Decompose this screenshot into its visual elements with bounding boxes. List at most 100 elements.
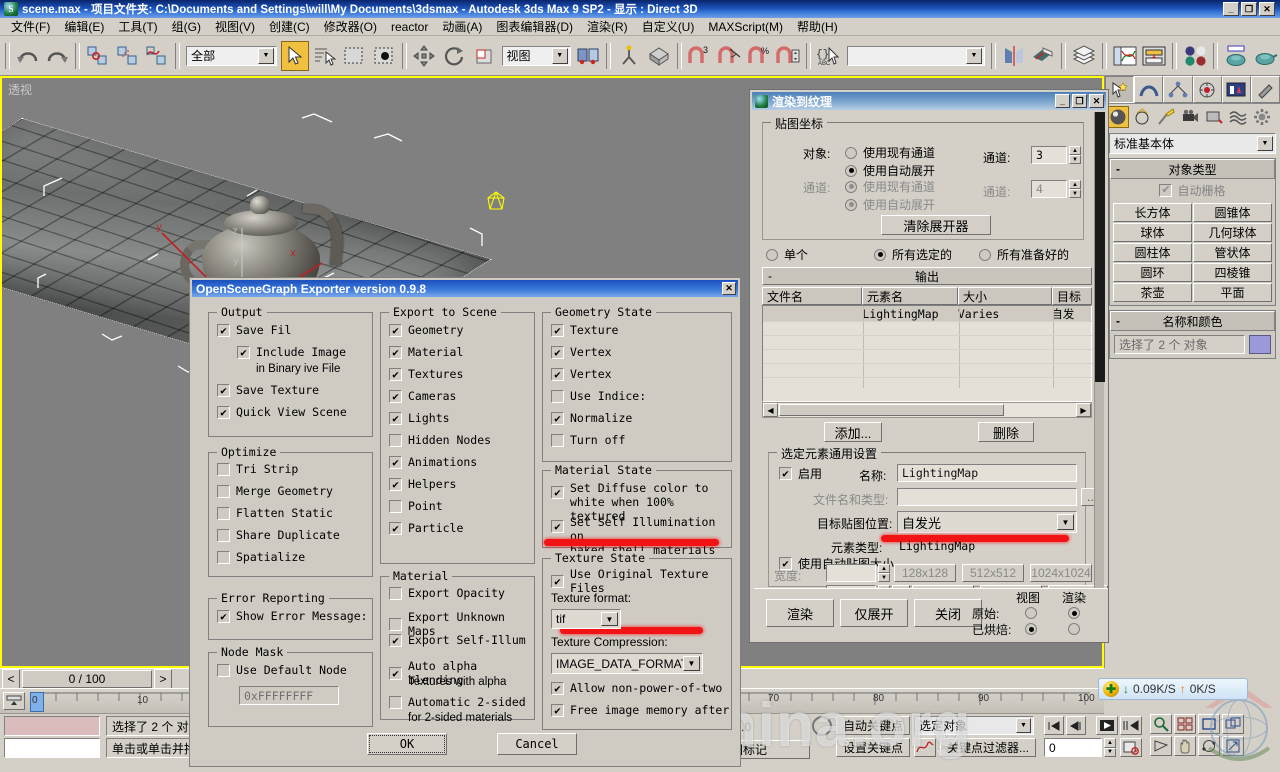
scope-all-prepared-radio[interactable] (979, 248, 991, 261)
export-particle-checkbox[interactable]: ✔ (389, 521, 402, 535)
geometry-turn-off-checkbox[interactable]: ✔ (551, 433, 564, 447)
export-unknown-maps-checkbox[interactable]: ✔ (389, 617, 402, 631)
texture-compression-combo[interactable]: IMAGE_DATA_FORMAT ▼ (551, 653, 703, 674)
time-configuration-icon[interactable] (1120, 738, 1142, 757)
original-render-radio[interactable] (1068, 607, 1080, 619)
modify-tab[interactable] (1134, 76, 1164, 103)
spinner-snap-toggle-icon[interactable] (774, 41, 802, 71)
scroll-right-icon[interactable]: ▶ (1076, 403, 1091, 417)
reference-coordinate-system-combo[interactable]: 视图 ▼ (501, 45, 571, 66)
export-textures-checkbox[interactable]: ✔ (389, 367, 402, 381)
field-of-view-icon[interactable] (1150, 736, 1172, 756)
menu-customize[interactable]: 自定义(U) (635, 16, 702, 37)
material-editor-icon[interactable] (1181, 41, 1209, 71)
pan-hand-icon[interactable] (1174, 736, 1196, 756)
element-name-field[interactable]: LightingMap (897, 464, 1077, 482)
menu-graph-editors[interactable]: 图表编辑器(D) (489, 16, 580, 37)
chevron-down-icon[interactable]: ▼ (1016, 718, 1031, 733)
save-file-checkbox[interactable]: ✔ (217, 323, 230, 337)
render-to-texture-dialog[interactable]: 渲染到纹理 _ ❐ ✕ 贴图坐标 对象: 使用现有通道 使用自动展开 通道: 3… (749, 89, 1109, 643)
utilities-tab[interactable] (1250, 76, 1280, 103)
current-frame-field[interactable]: 0 (1044, 738, 1102, 757)
export-material-checkbox[interactable]: ✔ (389, 345, 402, 359)
delete-element-button[interactable]: 删除 (978, 422, 1034, 442)
scope-all-selected-option[interactable]: 所有选定的 (874, 246, 952, 263)
allow-non-power-of-two-checkbox[interactable]: ✔ (551, 681, 564, 695)
geometry-normalize-checkbox[interactable]: ✔ (551, 411, 564, 425)
named-selection-set-combo[interactable]: ▼ (846, 45, 986, 66)
zoom-all-icon[interactable] (1174, 714, 1196, 734)
prev-frame-button[interactable]: < (2, 669, 20, 689)
show-error-message-checkbox[interactable]: ✔ (217, 609, 230, 623)
zoom-icon[interactable] (1150, 714, 1172, 734)
geometry-texture-checkbox[interactable]: ✔ (551, 323, 564, 337)
scope-all-selected-radio[interactable] (874, 248, 886, 261)
texture-format-combo[interactable]: tif ▼ (551, 609, 621, 629)
scroll-thumb[interactable] (779, 404, 1004, 416)
select-and-rotate-icon[interactable] (440, 41, 468, 71)
object-use-automatic-unwrap-radio[interactable] (845, 164, 857, 177)
geometry-vertex-colors-checkbox[interactable]: ✔ (551, 345, 564, 359)
key-curve-icon[interactable] (914, 738, 936, 757)
rtt-vertical-scrollbar[interactable] (1094, 112, 1105, 588)
cancel-button[interactable]: Cancel (497, 733, 577, 755)
create-tube-button[interactable]: 管状体 (1193, 243, 1272, 262)
helpers-icon[interactable] (1203, 106, 1225, 128)
add-element-button[interactable]: 添加... (824, 422, 882, 442)
collapse-icon[interactable]: - (1116, 162, 1120, 176)
autogrid-checkbox[interactable]: ✔ (1159, 184, 1173, 197)
chevron-down-icon[interactable]: ▼ (683, 656, 700, 671)
object-channel-field[interactable]: 3 (1031, 146, 1067, 164)
create-teapot-button[interactable]: 茶壶 (1113, 283, 1192, 302)
select-and-manipulate-icon[interactable] (615, 41, 643, 71)
use-pivot-point-center-icon[interactable] (575, 41, 603, 71)
window-crossing-toggle-icon[interactable] (370, 41, 398, 71)
table-row[interactable]: LightingMap Varies 自发 (763, 306, 1091, 321)
play-animation-icon[interactable] (1096, 716, 1118, 735)
create-pyramid-button[interactable]: 四棱锥 (1193, 263, 1272, 282)
menu-animation[interactable]: 动画(A) (435, 16, 489, 37)
menu-rendering[interactable]: 渲染(R) (580, 16, 635, 37)
next-frame-icon[interactable] (1120, 716, 1142, 735)
lights-icon[interactable] (1155, 106, 1177, 128)
align-icon[interactable] (1030, 41, 1058, 71)
menu-tools[interactable]: 工具(T) (111, 16, 164, 37)
select-and-scale-icon[interactable] (470, 41, 498, 71)
object-type-header[interactable]: - 对象类型 (1110, 159, 1275, 179)
chevron-down-icon[interactable]: ▼ (551, 47, 568, 64)
menu-file[interactable]: 文件(F) (4, 16, 57, 37)
object-use-existing-channel-radio[interactable] (845, 146, 857, 159)
output-table-body[interactable]: LightingMap Varies 自发 (762, 305, 1093, 402)
name-and-color-header[interactable]: - 名称和颜色 (1110, 311, 1275, 331)
snap-toggle-icon[interactable]: 3 (686, 41, 714, 71)
next-frame-button[interactable]: > (154, 669, 172, 689)
save-texture-checkbox[interactable]: ✔ (217, 383, 230, 397)
chevron-down-icon[interactable]: ▼ (1257, 136, 1273, 151)
selected-object-combo[interactable]: 选定对象 ▼ (914, 716, 1034, 735)
enable-element-checkbox[interactable]: ✔ (779, 467, 792, 480)
auto-key-button[interactable]: 自动关键点 (836, 716, 910, 735)
maxscript-listener-pink[interactable] (4, 716, 100, 736)
set-key-button[interactable]: 设置关键点 (836, 738, 910, 757)
tri-strip-checkbox[interactable]: ✔ (217, 462, 230, 476)
chevron-down-icon[interactable]: ▼ (601, 612, 618, 626)
named-selection-sets-icon[interactable]: {} ABC (815, 41, 843, 71)
redo-icon[interactable] (44, 41, 72, 71)
mirror-icon[interactable] (1000, 41, 1028, 71)
unwrap-only-button[interactable]: 仅展开 (840, 599, 908, 627)
chevron-down-icon[interactable]: ▼ (258, 47, 275, 64)
render-scene-dialog-icon[interactable] (1222, 41, 1250, 71)
merge-geometry-checkbox[interactable]: ✔ (217, 484, 230, 498)
motion-tab[interactable] (1192, 76, 1222, 103)
menu-help[interactable]: 帮助(H) (790, 16, 845, 37)
scroll-left-icon[interactable]: ◀ (763, 403, 778, 417)
use-default-node-checkbox[interactable]: ✔ (217, 663, 230, 677)
share-duplicate-checkbox[interactable]: ✔ (217, 528, 230, 542)
size-preset-512-button[interactable]: 512x512 (962, 564, 1024, 582)
use-original-texture-files-checkbox[interactable]: ✔ (551, 574, 564, 588)
collapse-icon[interactable]: - (1116, 314, 1120, 328)
key-filters-button[interactable]: 关键点过滤器... (940, 738, 1036, 757)
keyboard-shortcut-override-icon[interactable] (645, 41, 673, 71)
bind-to-space-warp-icon[interactable] (144, 41, 172, 71)
render-button[interactable]: 渲染 (766, 599, 834, 627)
